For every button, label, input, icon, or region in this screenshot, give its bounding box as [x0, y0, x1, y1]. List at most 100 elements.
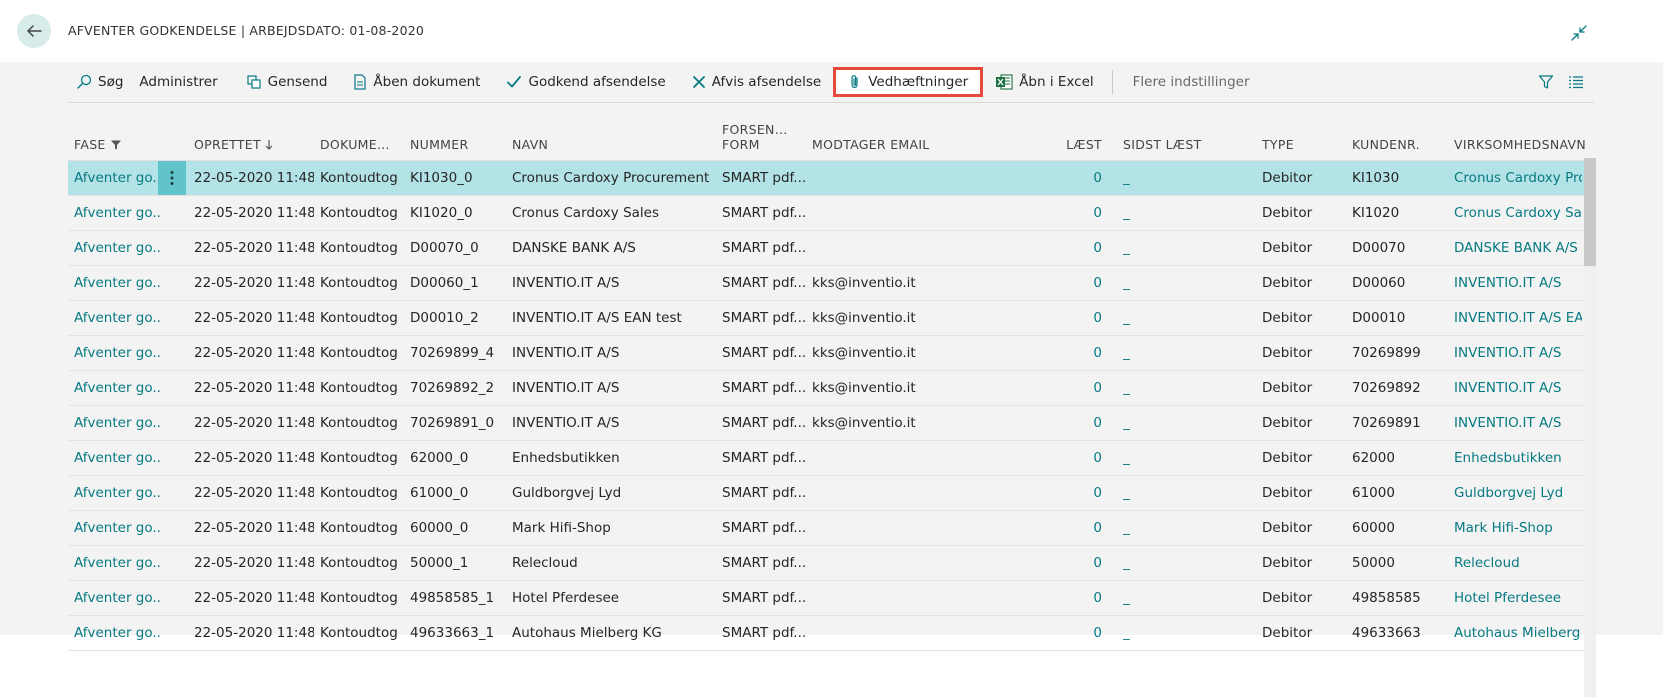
cell-sidst-laest[interactable]: _ [1123, 301, 1163, 335]
cell-laest[interactable]: 0 [1058, 476, 1102, 510]
col-laest[interactable]: LÆST [1058, 137, 1102, 152]
reject-button[interactable]: Afvis afsendelse [684, 67, 829, 97]
cell-laest[interactable]: 0 [1058, 301, 1102, 335]
cell-laest[interactable]: 0 [1058, 441, 1102, 475]
cell-sidst-laest[interactable]: _ [1123, 406, 1163, 440]
cell-laest[interactable]: 0 [1058, 231, 1102, 265]
cell-laest[interactable]: 0 [1058, 161, 1102, 195]
approve-button[interactable]: Godkend afsendelse [498, 67, 673, 97]
cell-fase[interactable]: Afventer go... [74, 406, 160, 440]
cell-laest[interactable]: 0 [1058, 336, 1102, 370]
cell-sidst-laest[interactable]: _ [1123, 476, 1163, 510]
row-actions-button[interactable] [158, 161, 186, 195]
gensend-button[interactable]: Gensend [238, 67, 336, 97]
cell-virksomhedsnavn[interactable]: Guldborgvej Lyd [1454, 476, 1582, 510]
search-button[interactable]: Søg [68, 67, 131, 97]
cell-fase[interactable]: Afventer go... [74, 336, 160, 370]
table-row[interactable]: Afventer go... 22-05-2020 11:48 Kontoudtog… [68, 161, 1596, 196]
col-kundenr[interactable]: KUNDENR. [1352, 137, 1420, 152]
cell-fase[interactable]: Afventer go... [74, 441, 160, 475]
vertical-scrollbar[interactable] [1584, 220, 1596, 697]
table-row[interactable]: Afventer go... 22-05-2020 11:48 Kontoudtog… [68, 616, 1596, 651]
cell-sidst-laest[interactable]: _ [1123, 581, 1163, 615]
cell-oprettet: 22-05-2020 11:48 [194, 345, 314, 361]
cell-sidst-laest[interactable]: _ [1123, 616, 1163, 650]
cell-virksomhedsnavn[interactable]: Mark Hifi-Shop [1454, 511, 1582, 545]
table-row[interactable]: Afventer go... 22-05-2020 11:48 Kontoudtog… [68, 441, 1596, 476]
list-view-icon[interactable] [1568, 74, 1584, 90]
collapse-button[interactable] [1568, 22, 1590, 44]
filter-icon[interactable] [1538, 74, 1554, 90]
cell-laest[interactable]: 0 [1058, 266, 1102, 300]
table-row[interactable]: Afventer go... 22-05-2020 11:48 Kontoudtog… [68, 371, 1596, 406]
administrer-button[interactable]: Administrer [131, 67, 225, 97]
cell-virksomhedsnavn[interactable]: INVENTIO.IT A/S [1454, 336, 1582, 370]
cell-fase[interactable]: Afventer go... [74, 476, 160, 510]
open-excel-button[interactable]: Åbn i Excel [987, 67, 1101, 97]
col-navn[interactable]: NAVN [512, 137, 548, 152]
cell-fase[interactable]: Afventer go... [74, 196, 160, 230]
cell-laest[interactable]: 0 [1058, 371, 1102, 405]
col-sidst-laest[interactable]: SIDST LÆST [1123, 137, 1202, 152]
attachments-button[interactable]: Vedhæftninger [833, 67, 984, 97]
cell-virksomhedsnavn[interactable]: DANSKE BANK A/S [1454, 231, 1582, 265]
cell-virksomhedsnavn[interactable]: Cronus Cardoxy Proc [1454, 161, 1582, 195]
cell-virksomhedsnavn[interactable]: Autohaus Mielberg K [1454, 616, 1582, 650]
col-oprettet[interactable]: OPRETTET [194, 137, 274, 152]
data-grid: FASE OPRETTET DOKUME... NUMMER NAVN FORS… [68, 114, 1596, 651]
scrollbar-thumb[interactable] [1584, 158, 1596, 266]
table-row[interactable]: Afventer go... 22-05-2020 11:48 Kontoudtog… [68, 546, 1596, 581]
cell-laest[interactable]: 0 [1058, 546, 1102, 580]
cell-sidst-laest[interactable]: _ [1123, 441, 1163, 475]
cell-fase[interactable]: Afventer go... [74, 581, 160, 615]
open-document-button[interactable]: Åben dokument [345, 67, 488, 97]
table-row[interactable]: Afventer go... 22-05-2020 11:48 Kontoudtog… [68, 231, 1596, 266]
table-row[interactable]: Afventer go... 22-05-2020 11:48 Kontoudtog… [68, 336, 1596, 371]
col-virksomhedsnavn[interactable]: VIRKSOMHEDSNAVN [1454, 137, 1586, 152]
cell-laest[interactable]: 0 [1058, 616, 1102, 650]
cell-virksomhedsnavn[interactable]: Enhedsbutikken [1454, 441, 1582, 475]
col-dokument[interactable]: DOKUME... [320, 137, 390, 152]
col-forsendelsesform[interactable]: FORSEN... FORM [722, 122, 788, 152]
cell-sidst-laest[interactable]: _ [1123, 161, 1163, 195]
cell-virksomhedsnavn[interactable]: INVENTIO.IT A/S [1454, 266, 1582, 300]
cell-laest[interactable]: 0 [1058, 196, 1102, 230]
table-row[interactable]: Afventer go... 22-05-2020 11:48 Kontoudtog… [68, 581, 1596, 616]
cell-fase[interactable]: Afventer go... [74, 266, 160, 300]
cell-fase[interactable]: Afventer go... [74, 511, 160, 545]
table-row[interactable]: Afventer go... 22-05-2020 11:48 Kontoudtog… [68, 476, 1596, 511]
cell-laest[interactable]: 0 [1058, 511, 1102, 545]
cell-laest[interactable]: 0 [1058, 406, 1102, 440]
cell-virksomhedsnavn[interactable]: INVENTIO.IT A/S [1454, 371, 1582, 405]
cell-virksomhedsnavn[interactable]: Hotel Pferdesee [1454, 581, 1582, 615]
table-row[interactable]: Afventer go... 22-05-2020 11:48 Kontoudtog… [68, 196, 1596, 231]
cell-sidst-laest[interactable]: _ [1123, 511, 1163, 545]
table-row[interactable]: Afventer go... 22-05-2020 11:48 Kontoudtog… [68, 511, 1596, 546]
cell-fase[interactable]: Afventer go... [74, 371, 160, 405]
cell-virksomhedsnavn[interactable]: INVENTIO.IT A/S EAN [1454, 301, 1582, 335]
cell-sidst-laest[interactable]: _ [1123, 546, 1163, 580]
col-nummer[interactable]: NUMMER [410, 137, 468, 152]
cell-fase[interactable]: Afventer go... [74, 231, 160, 265]
cell-sidst-laest[interactable]: _ [1123, 371, 1163, 405]
cell-sidst-laest[interactable]: _ [1123, 266, 1163, 300]
table-row[interactable]: Afventer go... 22-05-2020 11:48 Kontoudtog… [68, 266, 1596, 301]
table-row[interactable]: Afventer go... 22-05-2020 11:48 Kontoudtog… [68, 301, 1596, 336]
cell-sidst-laest[interactable]: _ [1123, 196, 1163, 230]
cell-laest[interactable]: 0 [1058, 581, 1102, 615]
back-button[interactable] [17, 14, 51, 48]
col-type[interactable]: TYPE [1262, 137, 1294, 152]
cell-sidst-laest[interactable]: _ [1123, 231, 1163, 265]
cell-fase[interactable]: Afventer go... [74, 546, 160, 580]
table-row[interactable]: Afventer go... 22-05-2020 11:48 Kontoudtog… [68, 406, 1596, 441]
cell-virksomhedsnavn[interactable]: Cronus Cardoxy Sale [1454, 196, 1582, 230]
cell-virksomhedsnavn[interactable]: INVENTIO.IT A/S [1454, 406, 1582, 440]
cell-fase[interactable]: Afventer go... [74, 616, 160, 650]
col-modtager-email[interactable]: MODTAGER EMAIL [812, 137, 930, 152]
more-options-button[interactable]: Flere indstillinger [1125, 67, 1258, 97]
cell-virksomhedsnavn[interactable]: Relecloud [1454, 546, 1582, 580]
cell-sidst-laest[interactable]: _ [1123, 336, 1163, 370]
col-fase[interactable]: FASE [74, 137, 122, 152]
cell-fase[interactable]: Afventer go... [74, 301, 160, 335]
cell-fase[interactable]: Afventer go... [74, 161, 160, 195]
